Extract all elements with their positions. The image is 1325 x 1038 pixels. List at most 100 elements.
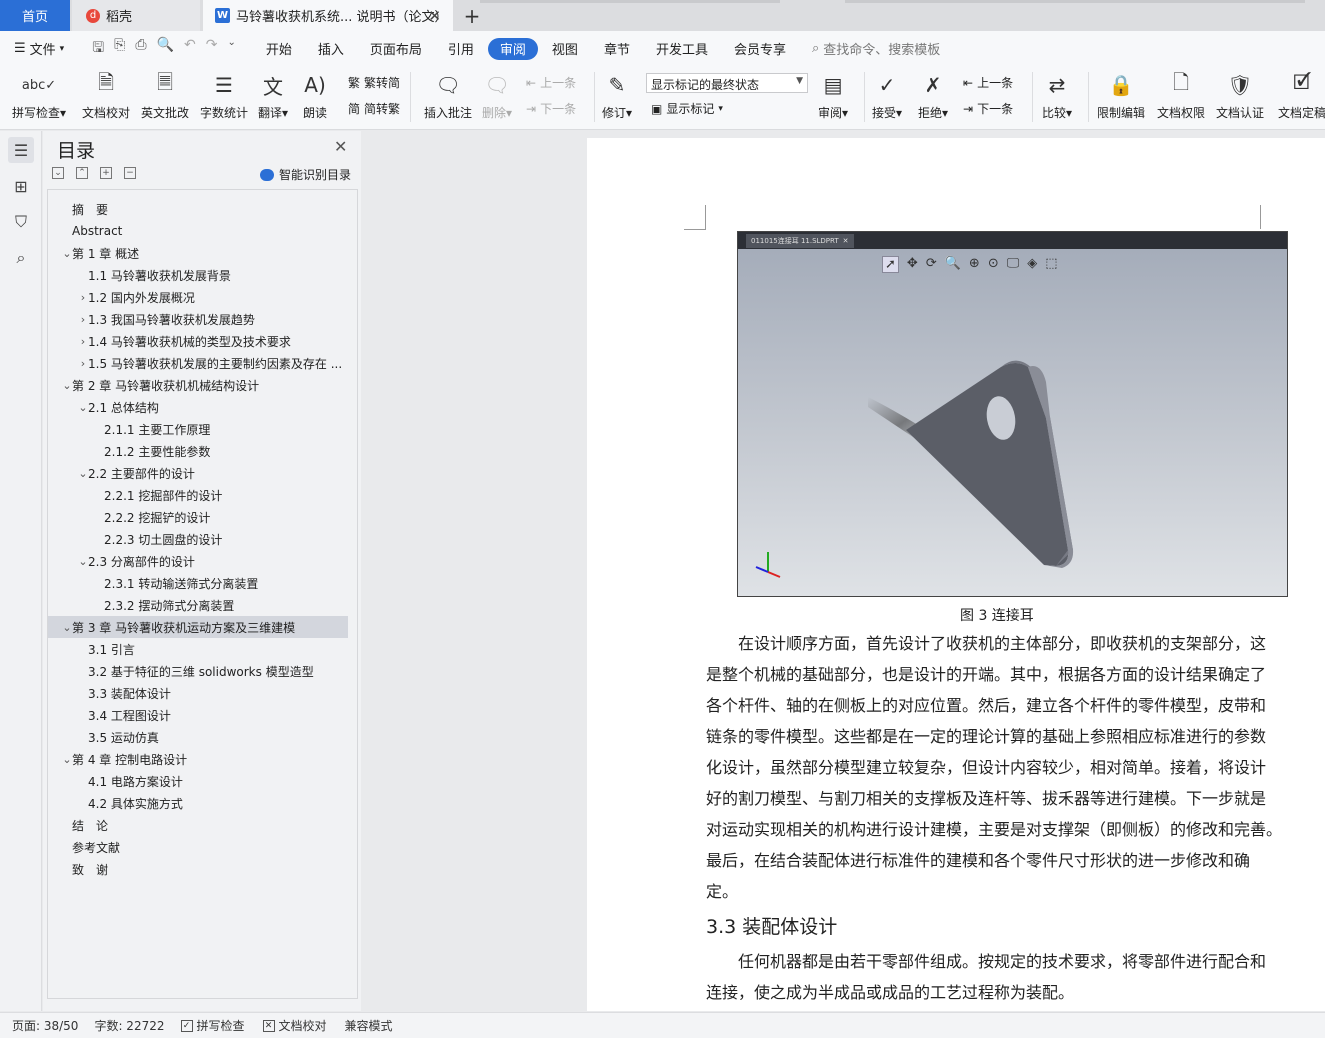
delete-comment-button[interactable]: 🗨 删除▾ [482, 70, 512, 121]
toc-item[interactable]: ⌄ 2.2 主要部件的设计 [48, 462, 348, 484]
tab-daoke[interactable]: d 稻壳 [72, 0, 200, 31]
toc-item[interactable]: ⌄ 第 3 章 马铃薯收获机运动方案及三维建模 [48, 616, 348, 638]
trad-to-simp-button[interactable]: 繁繁转简 [348, 74, 400, 91]
insert-comment-button[interactable]: 🗨 插入批注 [424, 70, 472, 121]
toc-item[interactable]: 2.2.3 切土圆盘的设计 [48, 528, 348, 550]
collapse-up-icon[interactable]: ⌃ [76, 167, 88, 179]
track-changes-button[interactable]: ✎ 修订▾ [602, 70, 632, 121]
file-menu[interactable]: ☰ 文件 ▾ [14, 39, 64, 58]
toc-item[interactable]: 3.1 引言 [48, 638, 348, 660]
compare-button[interactable]: ⇄ 比较▾ [1042, 70, 1072, 121]
new-tab-button[interactable]: + [460, 0, 484, 31]
toc-item[interactable]: 2.3.2 摆动筛式分离装置 [48, 594, 348, 616]
menu-layout[interactable]: 页面布局 [358, 38, 434, 60]
menu-start[interactable]: 开始 [254, 38, 304, 60]
tab-strip-decoration [845, 0, 1305, 3]
toc-item[interactable]: 3.4 工程图设计 [48, 704, 348, 726]
collapse-minus-icon[interactable]: − [124, 167, 136, 179]
english-correction-button[interactable]: 🗏 英文批改 [141, 70, 189, 121]
print-icon[interactable]: ⎙ [135, 37, 146, 61]
toc-item[interactable]: › 1.4 马铃薯收获机械的类型及技术要求 [48, 330, 348, 352]
toc-item[interactable]: 3.2 基于特征的三维 solidworks 模型造型 [48, 660, 348, 682]
toc-item[interactable]: › 1.3 我国马铃薯收获机发展趋势 [48, 308, 348, 330]
toc-item[interactable]: 2.1.2 主要性能参数 [48, 440, 348, 462]
search-icon: ⌕ [811, 41, 820, 56]
undo-icon[interactable]: ↶ [184, 37, 196, 61]
expand-plus-icon[interactable]: + [100, 167, 112, 179]
redo-icon[interactable]: ↷ [206, 37, 218, 61]
prev-change-button[interactable]: ⇤ 上一条 [963, 74, 1013, 91]
read-aloud-button[interactable]: A) 朗读 [303, 70, 327, 121]
toc-item[interactable]: ⌄ 第 4 章 控制电路设计 [48, 748, 348, 770]
toc-item[interactable]: 参考文献 [48, 836, 348, 858]
toc-panel-icon[interactable]: ☰ [8, 137, 34, 163]
toc-item[interactable]: 2.3.1 转动输送筛式分离装置 [48, 572, 348, 594]
toc-list: 摘 要 Abstract ⌄ 第 1 章 概述 1.1 马铃薯收获机发展背景 › 1.2 国… [47, 189, 358, 999]
smart-toc-button[interactable]: 智能识别目录 [260, 166, 351, 183]
prev-comment-button[interactable]: ⇤ 上一条 [526, 74, 576, 91]
translate-button[interactable]: 文 翻译▾ [258, 70, 288, 121]
toc-item[interactable]: ⌄ 2.1 总体结构 [48, 396, 348, 418]
format-painter-icon[interactable]: ⎘ [114, 37, 125, 61]
toc-item[interactable]: 2.2.2 挖掘铲的设计 [48, 506, 348, 528]
next-change-button[interactable]: ⇥ 下一条 [963, 100, 1013, 117]
menu-view[interactable]: 视图 [540, 38, 590, 60]
navigation-icon[interactable]: ⊞ [8, 173, 34, 199]
toc-item[interactable]: 致 谢 [48, 858, 348, 880]
tab-close-icon[interactable]: ✕ [428, 7, 441, 25]
menu-references[interactable]: 引用 [436, 38, 486, 60]
toc-item[interactable]: ⌄ 第 2 章 马铃薯收获机机械结构设计 [48, 374, 348, 396]
toc-item[interactable]: 4.1 电路方案设计 [48, 770, 348, 792]
word-count-indicator[interactable]: 字数: 22722 [94, 1017, 164, 1034]
document-permission-button[interactable]: 🗋 文档权限 [1157, 70, 1205, 121]
review-pane-button[interactable]: ▤ 审阅▾ [818, 70, 848, 121]
menu-insert[interactable]: 插入 [306, 38, 356, 60]
toc-item[interactable]: Abstract [48, 220, 348, 242]
save-icon[interactable]: 🖫 [92, 37, 104, 61]
spell-check-toggle[interactable]: ✓ 拼写检查 [180, 1017, 245, 1034]
toc-item[interactable]: › 1.5 马铃薯收获机发展的主要制约因素及存在 ... [48, 352, 348, 374]
document-finalize-button[interactable]: 🗹 文档定稿 [1278, 70, 1325, 121]
spell-check-button[interactable]: abc✓ 拼写检查▾ [12, 70, 66, 121]
bookmark-icon[interactable]: ⛉ [8, 209, 34, 235]
tab-document[interactable]: W 马铃薯收获机系统... 说明书（论文） ✕ [203, 0, 453, 31]
search-icon[interactable]: ⌕ [8, 245, 34, 271]
word-count-icon: ☰ [215, 73, 233, 97]
toc-item[interactable]: 4.2 具体实施方式 [48, 792, 348, 814]
accept-button[interactable]: ✓ 接受▾ [872, 70, 902, 121]
page-indicator[interactable]: 页面: 38/50 [12, 1017, 78, 1034]
markup-state-select[interactable]: 显示标记的最终状态 ▼ [646, 73, 808, 93]
word-count-button[interactable]: ☰ 字数统计 [200, 70, 248, 121]
restrict-editing-button[interactable]: 🔒 限制编辑 [1097, 70, 1145, 121]
document-finalize-label: 文档定稿 [1278, 106, 1325, 120]
toc-item[interactable]: ⌄ 第 1 章 概述 [48, 242, 348, 264]
next-comment-button[interactable]: ⇥ 下一条 [526, 100, 576, 117]
review-ribbon: abc✓ 拼写检查▾ 🗎 文档校对 🗏 英文批改 ☰ 字数统计 文 翻译▾ A)… [0, 66, 1325, 130]
toc-item[interactable]: 结 论 [48, 814, 348, 836]
menu-review[interactable]: 审阅 [487, 37, 538, 60]
toc-item[interactable]: 2.1.1 主要工作原理 [48, 418, 348, 440]
chevron-down-icon[interactable]: ⌄ [227, 37, 235, 61]
toc-item[interactable]: 摘 要 [48, 198, 348, 220]
print-preview-icon[interactable]: 🔍 [157, 37, 174, 61]
proofread-toggle[interactable]: ✕ 文档校对 [262, 1017, 327, 1034]
reject-button[interactable]: ✗ 拒绝▾ [918, 70, 948, 121]
spell-check-icon: abc✓ [21, 77, 57, 93]
command-search[interactable]: ⌕ 查找命令、搜索模板 [812, 39, 940, 58]
collapse-down-icon[interactable]: ⌄ [52, 167, 64, 179]
document-certify-button[interactable]: 🛡 文档认证 [1216, 70, 1264, 121]
toc-close-icon[interactable]: ✕ [334, 137, 347, 156]
menu-developer[interactable]: 开发工具 [644, 38, 720, 60]
tab-home[interactable]: 首页 [0, 0, 70, 31]
toc-item[interactable]: 3.5 运动仿真 [48, 726, 348, 748]
menu-section[interactable]: 章节 [592, 38, 642, 60]
menu-member[interactable]: 会员专享 [722, 38, 798, 60]
toc-item[interactable]: 3.3 装配体设计 [48, 682, 348, 704]
simp-to-trad-button[interactable]: 简简转繁 [348, 100, 400, 117]
toc-item[interactable]: › 1.2 国内外发展概况 [48, 286, 348, 308]
proofread-button[interactable]: 🗎 文档校对 [82, 70, 130, 121]
toc-item[interactable]: ⌄ 2.3 分离部件的设计 [48, 550, 348, 572]
toc-item[interactable]: 1.1 马铃薯收获机发展背景 [48, 264, 348, 286]
show-markup-button[interactable]: ▣ 显示标记 ▾ [651, 100, 723, 117]
toc-item[interactable]: 2.2.1 挖掘部件的设计 [48, 484, 348, 506]
